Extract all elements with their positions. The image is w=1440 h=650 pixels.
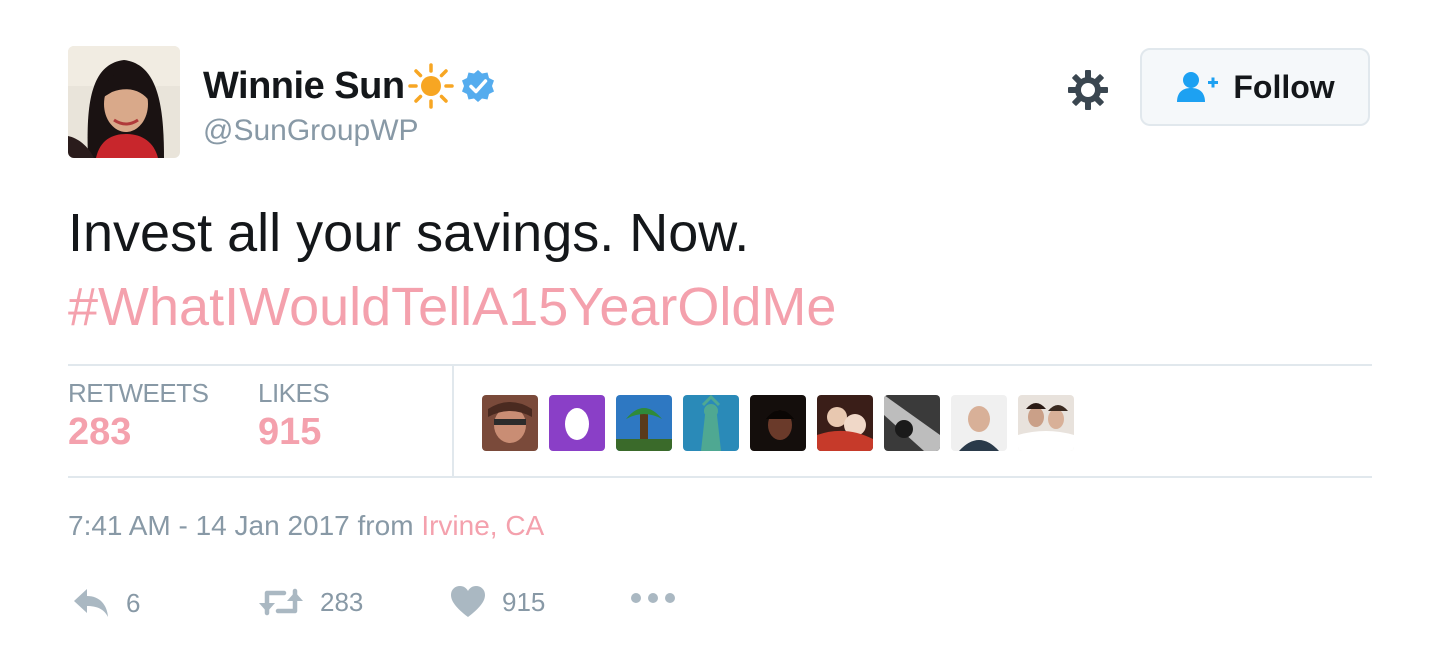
author-handle[interactable]: @SunGroupWP bbox=[203, 114, 419, 148]
sun-emoji-icon bbox=[407, 63, 454, 109]
likes-stat[interactable]: LIKES 915 bbox=[258, 378, 330, 454]
author-display-name[interactable]: Winnie Sun bbox=[203, 65, 405, 108]
retweet-icon bbox=[259, 588, 303, 616]
liker-avatar[interactable] bbox=[683, 395, 739, 451]
author-avatar[interactable] bbox=[68, 46, 180, 158]
tweet-location-link[interactable]: Irvine, CA bbox=[421, 510, 544, 541]
liker-avatar[interactable] bbox=[817, 395, 873, 451]
tweet-hashtag-link[interactable]: #WhatIWouldTellA15YearOldMe bbox=[68, 270, 836, 344]
retweet-button[interactable]: 283 bbox=[258, 585, 363, 619]
tweet-action-bar: 6 283 915 bbox=[68, 585, 768, 627]
liker-avatar[interactable] bbox=[951, 395, 1007, 451]
retweets-stat[interactable]: RETWEETS 283 bbox=[68, 378, 209, 454]
stats-bottom-divider bbox=[68, 476, 1372, 478]
more-button[interactable] bbox=[630, 591, 676, 605]
reply-button[interactable]: 6 bbox=[72, 585, 140, 621]
like-count: 915 bbox=[502, 586, 546, 617]
tweet-text: Invest all your savings. Now. #WhatIWoul… bbox=[68, 196, 836, 344]
from-label: from bbox=[357, 510, 414, 541]
add-user-icon bbox=[1177, 72, 1219, 102]
likes-label: LIKES bbox=[258, 378, 330, 408]
gear-icon[interactable] bbox=[1066, 68, 1110, 112]
liker-avatar[interactable] bbox=[750, 395, 806, 451]
follow-button[interactable]: Follow bbox=[1140, 48, 1370, 126]
retweet-count: 283 bbox=[320, 586, 364, 617]
likes-count: 915 bbox=[258, 411, 322, 453]
retweets-count: 283 bbox=[68, 411, 132, 453]
liker-avatar[interactable] bbox=[482, 395, 538, 451]
tweet-timestamp[interactable]: 7:41 AM - 14 Jan 2017 bbox=[68, 510, 350, 541]
likers-avatar-list bbox=[482, 395, 1085, 451]
liker-avatar[interactable] bbox=[1018, 395, 1074, 451]
avatar-photo bbox=[68, 46, 180, 158]
stats-vertical-divider bbox=[452, 366, 454, 476]
reply-icon bbox=[74, 589, 108, 617]
liker-avatar[interactable] bbox=[616, 395, 672, 451]
tweet-meta: 7:41 AM - 14 Jan 2017 from Irvine, CA bbox=[68, 510, 544, 542]
liker-avatar[interactable] bbox=[884, 395, 940, 451]
heart-icon bbox=[451, 586, 485, 617]
like-button[interactable]: 915 bbox=[450, 585, 545, 619]
retweets-label: RETWEETS bbox=[68, 378, 209, 408]
follow-label: Follow bbox=[1233, 68, 1335, 105]
liker-avatar[interactable] bbox=[549, 395, 605, 451]
author-name-row[interactable]: Winnie Sun bbox=[203, 56, 495, 116]
verified-badge-icon bbox=[461, 70, 494, 102]
reply-count: 6 bbox=[126, 587, 141, 618]
stats-top-divider bbox=[68, 364, 1372, 366]
tweet-body: Invest all your savings. Now. bbox=[68, 203, 750, 263]
more-dots-icon bbox=[631, 593, 675, 603]
